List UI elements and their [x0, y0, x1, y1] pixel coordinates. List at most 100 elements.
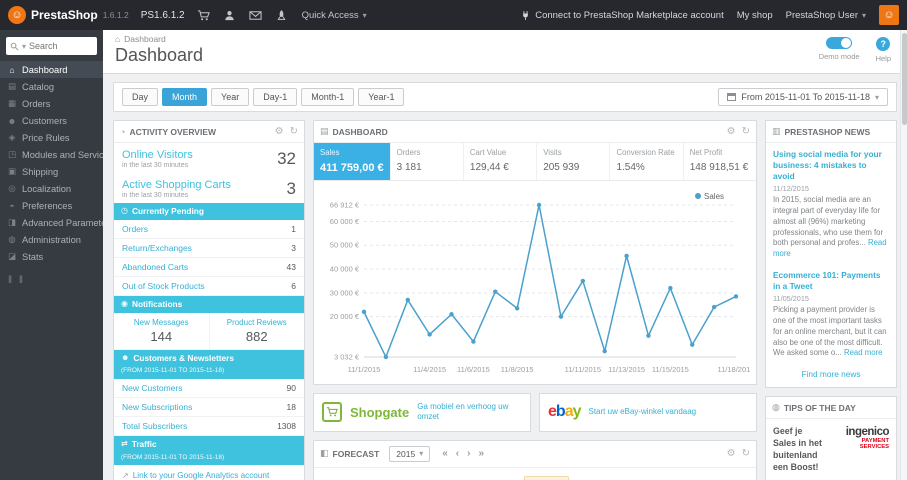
brand-name: PrestaShop: [31, 8, 98, 22]
online-visitors-row: Online Visitors in the last 30 minutes 3…: [122, 149, 296, 169]
header-controls: Demo mode ? Help: [819, 37, 891, 63]
gear-icon[interactable]: ⚙: [727, 448, 736, 459]
prestashop-logo-icon: ☺: [8, 6, 26, 24]
activity-overview-panel: ◔ ACTIVITY OVERVIEW ⚙ ↻ Online Visitors i…: [113, 120, 305, 480]
rocket-icon[interactable]: [275, 9, 288, 22]
customers-newsletters-header: ☻ Customers & Newsletters (FROM 2015-11-…: [114, 349, 304, 379]
total-subscribers-link[interactable]: Total Subscribers: [122, 421, 187, 431]
find-more-news-link[interactable]: Find more news: [766, 363, 896, 387]
new-customers-link[interactable]: New Customers: [122, 383, 182, 393]
svg-text:11/6/2015: 11/6/2015: [457, 365, 490, 374]
customer-icon[interactable]: [223, 9, 236, 22]
catalog-icon: ▤: [7, 81, 17, 91]
sidebar-item-shipping[interactable]: ▣ Shipping: [0, 163, 103, 180]
gear-icon[interactable]: ⚙: [727, 126, 736, 137]
sidebar-item-preferences[interactable]: ◓ Preferences: [0, 197, 103, 214]
preferences-icon: ◓: [9, 200, 15, 211]
new-subscriptions-link[interactable]: New Subscriptions: [122, 402, 192, 412]
search-input[interactable]: [29, 41, 82, 51]
my-shop-link[interactable]: My shop: [737, 10, 773, 21]
advanced-parameters-icon: ◨: [7, 217, 17, 227]
sidebar-item-localization[interactable]: ◎ Localization: [0, 180, 103, 197]
new-messages-cell[interactable]: New Messages 144: [114, 313, 209, 349]
sidebar-item-dashboard[interactable]: ⌂ Dashboard: [0, 61, 103, 78]
kpi-tab-sales[interactable]: Sales 411 759,00 €: [314, 143, 391, 180]
sidebar-item-administration[interactable]: ◍ Administration: [0, 231, 103, 248]
sidebar-item-advanced-parameters[interactable]: ◨Advanced Parameters: [0, 214, 103, 231]
sidebar-item-catalog[interactable]: ▤ Catalog: [0, 78, 103, 95]
sidebar-item-stats[interactable]: ◪ Stats: [0, 248, 103, 265]
read-more-link[interactable]: Read more: [844, 348, 883, 357]
new-subscriptions-row: New Subscriptions 18: [114, 398, 304, 417]
clock-icon: ◷: [121, 206, 128, 216]
new-customers-row: New Customers 90: [114, 379, 304, 398]
prev-page-icon[interactable]: ‹: [454, 448, 461, 459]
pending-orders-link[interactable]: Orders: [122, 224, 148, 234]
page-scrollbar[interactable]: [900, 30, 907, 480]
kpi-tab-conversion-rate[interactable]: Conversion Rate 1.54%: [610, 143, 684, 180]
help-icon[interactable]: ?: [876, 37, 891, 51]
date-range-picker[interactable]: From 2015-11-01 To 2015-11-18 ▾: [718, 88, 888, 106]
sidebar-collapse-icon[interactable]: ‖ ‖: [0, 265, 103, 296]
news-article-title[interactable]: Ecommerce 101: Payments in a Tweet: [773, 270, 889, 292]
activity-panel-title: ACTIVITY OVERVIEW: [129, 126, 217, 137]
abandoned-carts-link[interactable]: Abandoned Carts: [122, 262, 188, 272]
home-icon: ⌂: [115, 34, 121, 44]
marketplace-link[interactable]: Connect to PrestaShop Marketplace accoun…: [520, 10, 724, 21]
kpi-tab-cart-value[interactable]: Cart Value 129,44 €: [464, 143, 538, 180]
ebay-logo: ebay: [548, 403, 581, 421]
ingenico-logo: ingenico PAYMENT SERVICES: [845, 426, 890, 451]
gear-icon[interactable]: ⚙: [275, 126, 284, 137]
quick-access-menu[interactable]: Quick Access ▾: [302, 10, 367, 21]
kpi-tab-visits[interactable]: Visits 205 939: [537, 143, 611, 180]
forecast-panel: ◧ FORECAST 2015▾ « ‹ › » ⚙ ↻ Traffic Conv…: [313, 439, 757, 480]
forecast-year-select[interactable]: 2015 ▾: [389, 445, 431, 462]
range-button-day-1[interactable]: Day-1: [253, 88, 298, 106]
ebay-promo-link[interactable]: Start uw eBay-winkel vandaag: [589, 407, 697, 417]
demo-mode-toggle[interactable]: [826, 37, 853, 49]
sidebar-item-orders[interactable]: ▦ Orders: [0, 95, 103, 112]
sidebar-search[interactable]: ▾: [6, 37, 97, 55]
sidebar-item-price-rules[interactable]: ◈ Price Rules: [0, 129, 103, 146]
range-button-day[interactable]: Day: [122, 88, 159, 106]
last-page-icon[interactable]: »: [476, 448, 486, 459]
product-reviews-cell[interactable]: Product Reviews 882: [208, 312, 305, 349]
price-rules-icon: ◈: [8, 132, 16, 142]
chevron-down-icon: ▾: [22, 41, 27, 51]
pending-orders-row: Orders 1: [114, 220, 304, 239]
demo-mode-label: Demo mode: [818, 52, 860, 61]
prestashop-logo[interactable]: ☺ PrestaShop 1.6.1.2: [8, 6, 129, 24]
user-menu[interactable]: PrestaShop User ▾: [786, 10, 866, 21]
help-label: Help: [875, 54, 891, 63]
range-button-year[interactable]: Year: [211, 88, 250, 106]
range-button-month[interactable]: Month: [162, 88, 208, 106]
cart-icon[interactable]: [197, 9, 210, 22]
mail-icon[interactable]: [249, 9, 262, 22]
range-button-year-1[interactable]: Year-1: [358, 88, 405, 106]
next-page-icon[interactable]: ›: [465, 448, 472, 459]
sidebar-item-customers[interactable]: ☻ Customers: [0, 112, 103, 129]
customers-icon: ☻: [7, 115, 17, 126]
news-article-title[interactable]: Using social media for your business: 4 …: [773, 149, 889, 181]
quick-access-label: Quick Access: [301, 9, 359, 21]
google-analytics-link[interactable]: Link to your Google Analytics account: [133, 471, 270, 480]
sidebar-item-modules[interactable]: ◳Modules and Services: [0, 146, 103, 163]
out-of-stock-link[interactable]: Out of Stock Products: [122, 281, 205, 291]
tips-panel-icon: ◍: [772, 402, 780, 413]
news-article-excerpt: Picking a payment provider is one of the…: [773, 305, 887, 358]
refresh-icon[interactable]: ↻: [742, 126, 750, 137]
forecast-legend-sales[interactable]: Sales: [524, 475, 569, 480]
pending-returns-link[interactable]: Return/Exchanges: [122, 243, 192, 253]
breadcrumb: ⌂ Dashboard: [115, 34, 166, 44]
scrollbar-thumb[interactable]: [902, 33, 907, 125]
range-button-month-1[interactable]: Month-1: [301, 88, 355, 106]
currently-pending-header: ◷ Currently Pending: [114, 203, 304, 220]
kpi-tab-orders[interactable]: Orders 3 181: [391, 143, 464, 180]
refresh-icon[interactable]: ↻: [290, 126, 298, 137]
stats-icon: ◪: [7, 251, 17, 261]
kpi-tab-net-profit[interactable]: Net Profit 148 918,51 €: [684, 143, 756, 180]
shopgate-promo-link[interactable]: Ga mobiel en verhoog uw omzet: [417, 402, 522, 423]
first-page-icon[interactable]: «: [440, 448, 450, 459]
avatar[interactable]: ☺: [879, 5, 899, 25]
refresh-icon[interactable]: ↻: [742, 448, 750, 459]
